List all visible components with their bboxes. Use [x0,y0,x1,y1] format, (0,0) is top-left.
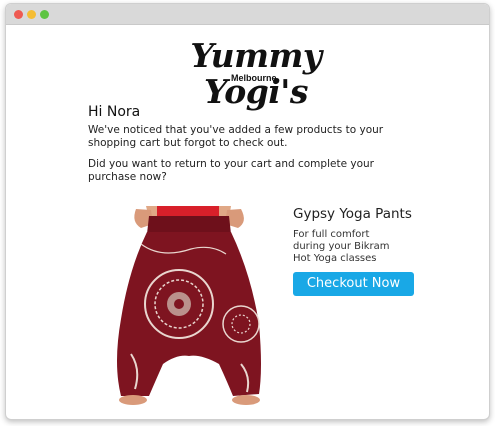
minimize-window-button[interactable] [27,10,36,19]
brand-logo: Yummy Yogi's Melbourne [146,38,366,110]
window-titlebar [6,4,489,25]
product-description: For full comfort during your Bikram Hot … [293,229,390,264]
email-paragraph-2: Did you want to return to your cart and … [88,158,374,183]
product-image[interactable] [101,204,276,406]
checkout-now-button[interactable]: Checkout Now [293,272,414,296]
close-window-button[interactable] [14,10,23,19]
greeting: Hi Nora [88,104,141,120]
browser-window: Yummy Yogi's Melbourne Hi Nora We've not… [5,3,490,420]
email-paragraph-1: We've noticed that you've added a few pr… [88,124,384,149]
maximize-window-button[interactable] [40,10,49,19]
brand-location: Melbourne [231,73,277,83]
product-name: Gypsy Yoga Pants [293,206,412,222]
